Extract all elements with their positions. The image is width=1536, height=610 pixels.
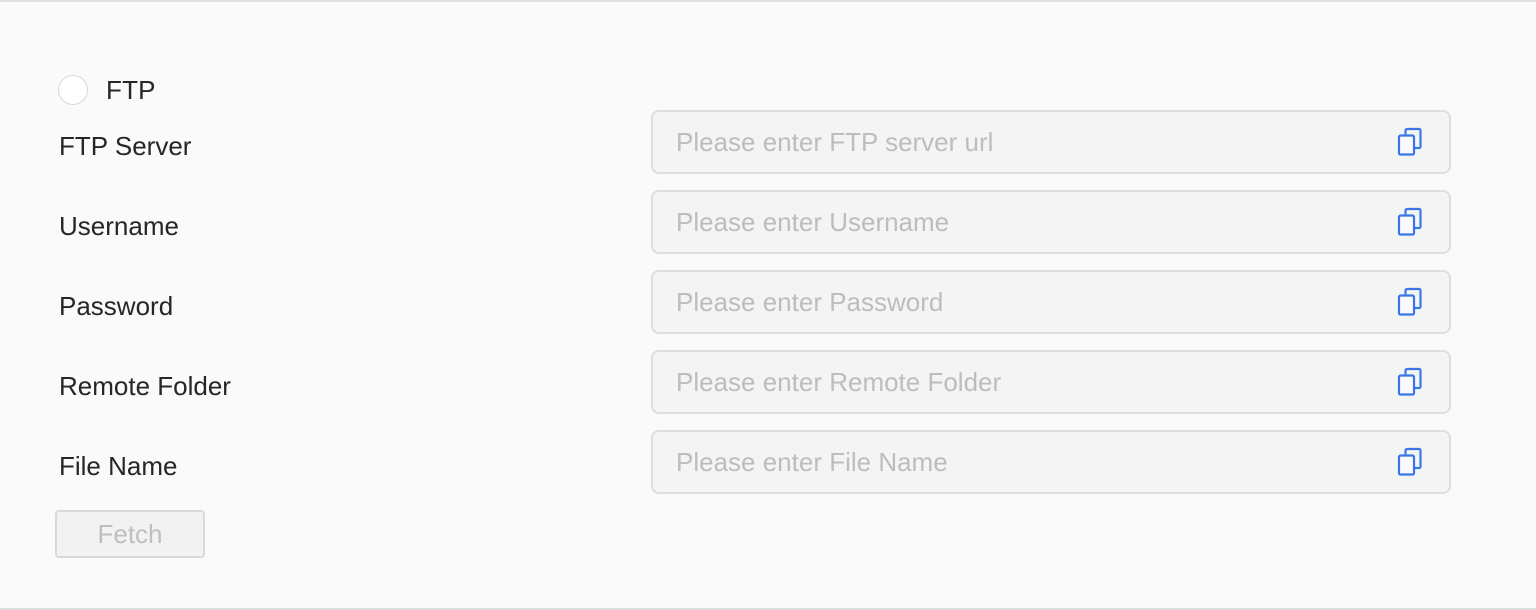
password-label: Password (59, 291, 174, 321)
fetch-button[interactable]: Fetch (55, 510, 205, 558)
ftp-server-copy-button[interactable] (1395, 126, 1425, 158)
remote-folder-copy-button[interactable] (1395, 366, 1425, 398)
username-field (651, 190, 1451, 254)
password-copy-button[interactable] (1395, 286, 1425, 318)
copy-icon (1397, 207, 1422, 236)
password-field (651, 270, 1451, 334)
remote-folder-field (651, 350, 1451, 414)
copy-icon (1397, 367, 1422, 396)
ftp-server-input[interactable] (653, 112, 1395, 172)
copy-icon (1397, 287, 1422, 316)
password-input[interactable] (653, 272, 1395, 332)
ftp-radio-button[interactable] (58, 75, 88, 105)
remote-folder-input[interactable] (653, 352, 1395, 412)
file-name-copy-button[interactable] (1395, 446, 1425, 478)
username-label: Username (59, 211, 179, 241)
copy-icon (1397, 447, 1422, 476)
username-copy-button[interactable] (1395, 206, 1425, 238)
ftp-radio-label: FTP (106, 74, 156, 105)
ftp-server-label: FTP Server (59, 131, 192, 161)
file-name-label: File Name (59, 451, 178, 481)
ftp-settings-panel: FTP FTP Server Username Password (0, 0, 1536, 610)
ftp-server-field (651, 110, 1451, 174)
file-name-input[interactable] (653, 432, 1395, 492)
remote-folder-label: Remote Folder (59, 371, 231, 401)
username-input[interactable] (653, 192, 1395, 252)
file-name-field (651, 430, 1451, 494)
ftp-radio-option[interactable]: FTP (58, 74, 156, 106)
copy-icon (1397, 127, 1422, 156)
